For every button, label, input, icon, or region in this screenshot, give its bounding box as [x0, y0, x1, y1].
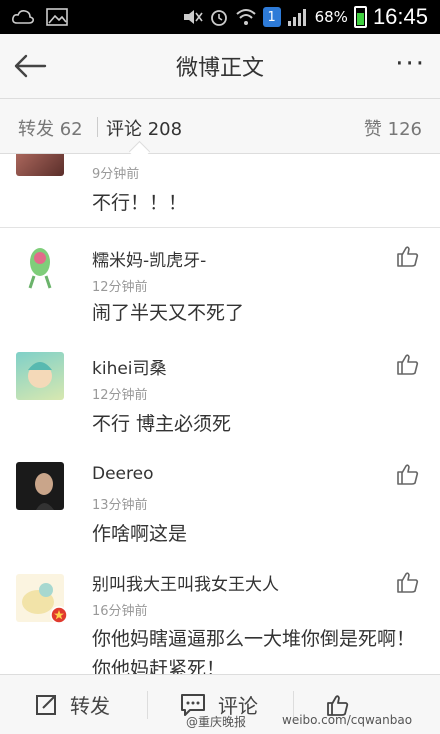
bottom-action-bar: 转发 评论 @重庆晚报 weibo.com/cqwanbao — [0, 674, 440, 734]
comment-text: 闹了半天又不死了 — [92, 302, 245, 324]
verified-badge-icon — [50, 606, 68, 624]
comment-item[interactable]: 9分钟前 不行！！！ — [0, 154, 440, 228]
repost-icon — [36, 694, 56, 715]
comment-text: 作啥啊这是 — [92, 523, 188, 545]
avatar[interactable] — [16, 574, 68, 624]
avatar[interactable] — [16, 352, 64, 400]
watermark-right: weibo.com/cqwanbao — [282, 713, 413, 727]
tab-comment[interactable]: 评论 208 — [106, 115, 182, 141]
cloud-icon — [12, 10, 34, 24]
tab-like[interactable]: 赞 126 — [364, 115, 422, 141]
tab-repost[interactable]: 转发 62 — [18, 115, 83, 141]
avatar[interactable] — [16, 462, 64, 510]
thumbs-up-icon[interactable] — [396, 462, 420, 486]
comment-username[interactable]: Deereo — [92, 464, 153, 484]
comment-time: 9分钟前 — [92, 167, 140, 182]
alarm-icon — [210, 10, 227, 26]
comment-time: 13分钟前 — [92, 498, 148, 513]
comment-time: 12分钟前 — [92, 388, 148, 403]
thumbs-up-icon[interactable] — [396, 352, 420, 376]
thumbs-up-icon[interactable] — [396, 244, 420, 268]
comment-list[interactable]: 9分钟前 不行！！！ 糯米妈-凯虎牙- 12分钟前 闹了半天又不死了 kihei… — [0, 154, 440, 674]
mute-icon — [183, 10, 203, 24]
title-bar: 微博正文 ··· — [0, 34, 440, 99]
comment-time: 12分钟前 — [92, 280, 148, 295]
comment-username[interactable]: 别叫我大王叫我女王大人 — [92, 570, 279, 595]
comment-item[interactable]: 别叫我大王叫我女王大人 16分钟前 你他妈瞎逼逼那么一大堆你倒是死啊！你他妈赶紧… — [0, 562, 440, 674]
more-button[interactable]: ··· — [395, 51, 426, 77]
status-bar: 1 68% 16:45 — [0, 0, 440, 34]
clock: 16:45 — [372, 4, 428, 29]
gallery-icon — [46, 8, 68, 26]
repost-button[interactable]: 转发 — [34, 675, 110, 734]
page-title: 微博正文 — [175, 56, 264, 81]
signal-icon — [287, 9, 306, 26]
watermark-left: @重庆晚报 — [186, 715, 247, 729]
back-button[interactable] — [0, 34, 60, 98]
wifi-icon — [235, 9, 256, 25]
comment-item[interactable]: kihei司桑 12分钟前 不行 博主必须死 — [0, 340, 440, 451]
repost-label: 转发 — [70, 694, 110, 718]
tab-divider — [97, 117, 98, 137]
avatar[interactable] — [16, 154, 64, 176]
notification-badge: 1 — [262, 7, 281, 27]
comment-username[interactable]: 糯米妈-凯虎牙- — [92, 246, 206, 271]
comment-text: 你他妈瞎逼逼那么一大堆你倒是死啊！你他妈赶紧死！ — [92, 628, 416, 674]
comment-item[interactable]: 糯米妈-凯虎牙- 12分钟前 闹了半天又不死了 — [0, 228, 440, 341]
comment-text: 不行！！！ — [92, 192, 188, 214]
comment-text: 不行 博主必须死 — [92, 413, 232, 435]
tab-bar: 转发 62 评论 208 赞 126 — [0, 99, 440, 154]
back-arrow-icon — [14, 54, 47, 78]
comment-item[interactable]: Deereo 13分钟前 作啥啊这是 — [0, 450, 440, 563]
avatar[interactable] — [16, 242, 64, 290]
thumbs-up-icon[interactable] — [396, 570, 420, 594]
battery-icon — [353, 6, 367, 28]
comment-username[interactable]: kihei司桑 — [92, 354, 167, 379]
battery-percent: 68% — [314, 8, 348, 26]
divider — [147, 691, 148, 719]
comment-time: 16分钟前 — [92, 604, 148, 619]
